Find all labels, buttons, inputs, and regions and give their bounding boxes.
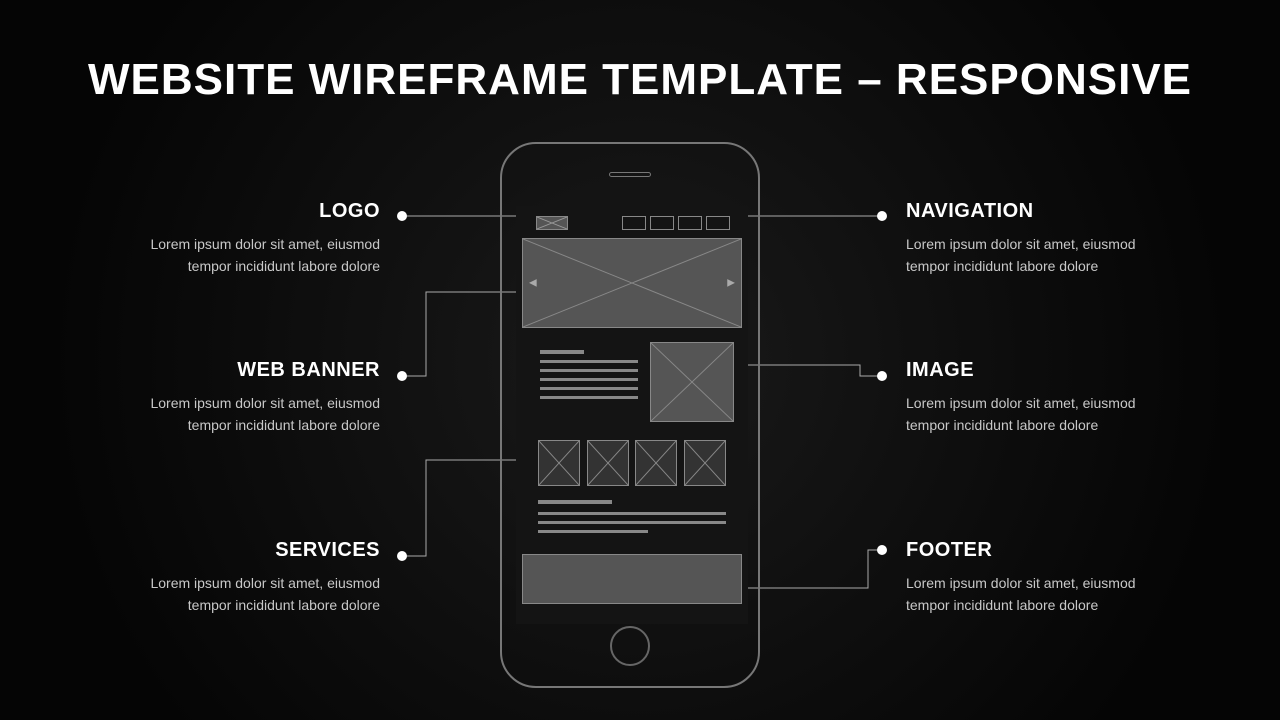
wireframe-logo-box — [536, 216, 568, 230]
banner-next-icon: ▶ — [727, 278, 735, 289]
callout-footer: FOOTER Lorem ipsum dolor sit amet, eiusm… — [906, 539, 1166, 617]
wireframe-content-row — [522, 342, 742, 424]
callout-dot — [397, 551, 407, 561]
callout-dot — [877, 371, 887, 381]
wireframe-services-row — [538, 440, 726, 486]
wireframe-nav-item — [650, 216, 674, 230]
wireframe-service-item — [538, 440, 580, 486]
callout-title: LOGO — [120, 200, 380, 223]
callout-navigation: NAVIGATION Lorem ipsum dolor sit amet, e… — [906, 200, 1166, 278]
callout-title: FOOTER — [906, 539, 1166, 562]
callout-title: SERVICES — [120, 539, 380, 562]
callout-dot — [877, 545, 887, 555]
callout-web-banner: WEB BANNER Lorem ipsum dolor sit amet, e… — [120, 359, 380, 437]
wireframe-header — [522, 214, 742, 234]
phone-outline: ◀ ▶ — [500, 142, 760, 688]
callout-body: Lorem ipsum dolor sit amet, eiusmod temp… — [120, 233, 380, 278]
callout-title: NAVIGATION — [906, 200, 1166, 223]
callout-services: SERVICES Lorem ipsum dolor sit amet, eiu… — [120, 539, 380, 617]
wireframe-paragraph — [538, 500, 726, 539]
wireframe-footer — [522, 554, 742, 604]
callout-dot — [877, 211, 887, 221]
callout-body: Lorem ipsum dolor sit amet, eiusmod temp… — [120, 572, 380, 617]
wireframe-service-item — [635, 440, 677, 486]
wireframe-nav — [622, 216, 730, 230]
diagram-stage: ◀ ▶ LOGO — [0, 0, 1280, 720]
phone-home-button — [610, 626, 650, 666]
wireframe-nav-item — [678, 216, 702, 230]
callout-image: IMAGE Lorem ipsum dolor sit amet, eiusmo… — [906, 359, 1166, 437]
callout-title: IMAGE — [906, 359, 1166, 382]
callout-logo: LOGO Lorem ipsum dolor sit amet, eiusmod… — [120, 200, 380, 278]
wireframe-text-lines — [540, 350, 638, 405]
callout-dot — [397, 371, 407, 381]
callout-title: WEB BANNER — [120, 359, 380, 382]
wireframe-nav-item — [622, 216, 646, 230]
callout-body: Lorem ipsum dolor sit amet, eiusmod temp… — [906, 572, 1166, 617]
phone-screen: ◀ ▶ — [516, 206, 748, 624]
wireframe-nav-item — [706, 216, 730, 230]
wireframe-service-item — [587, 440, 629, 486]
callout-dot — [397, 211, 407, 221]
wireframe-service-item — [684, 440, 726, 486]
callout-body: Lorem ipsum dolor sit amet, eiusmod temp… — [120, 392, 380, 437]
phone-speaker — [609, 172, 651, 177]
callout-body: Lorem ipsum dolor sit amet, eiusmod temp… — [906, 233, 1166, 278]
callout-body: Lorem ipsum dolor sit amet, eiusmod temp… — [906, 392, 1166, 437]
wireframe-image-box — [650, 342, 734, 422]
banner-prev-icon: ◀ — [529, 278, 537, 289]
wireframe-banner: ◀ ▶ — [522, 238, 742, 328]
